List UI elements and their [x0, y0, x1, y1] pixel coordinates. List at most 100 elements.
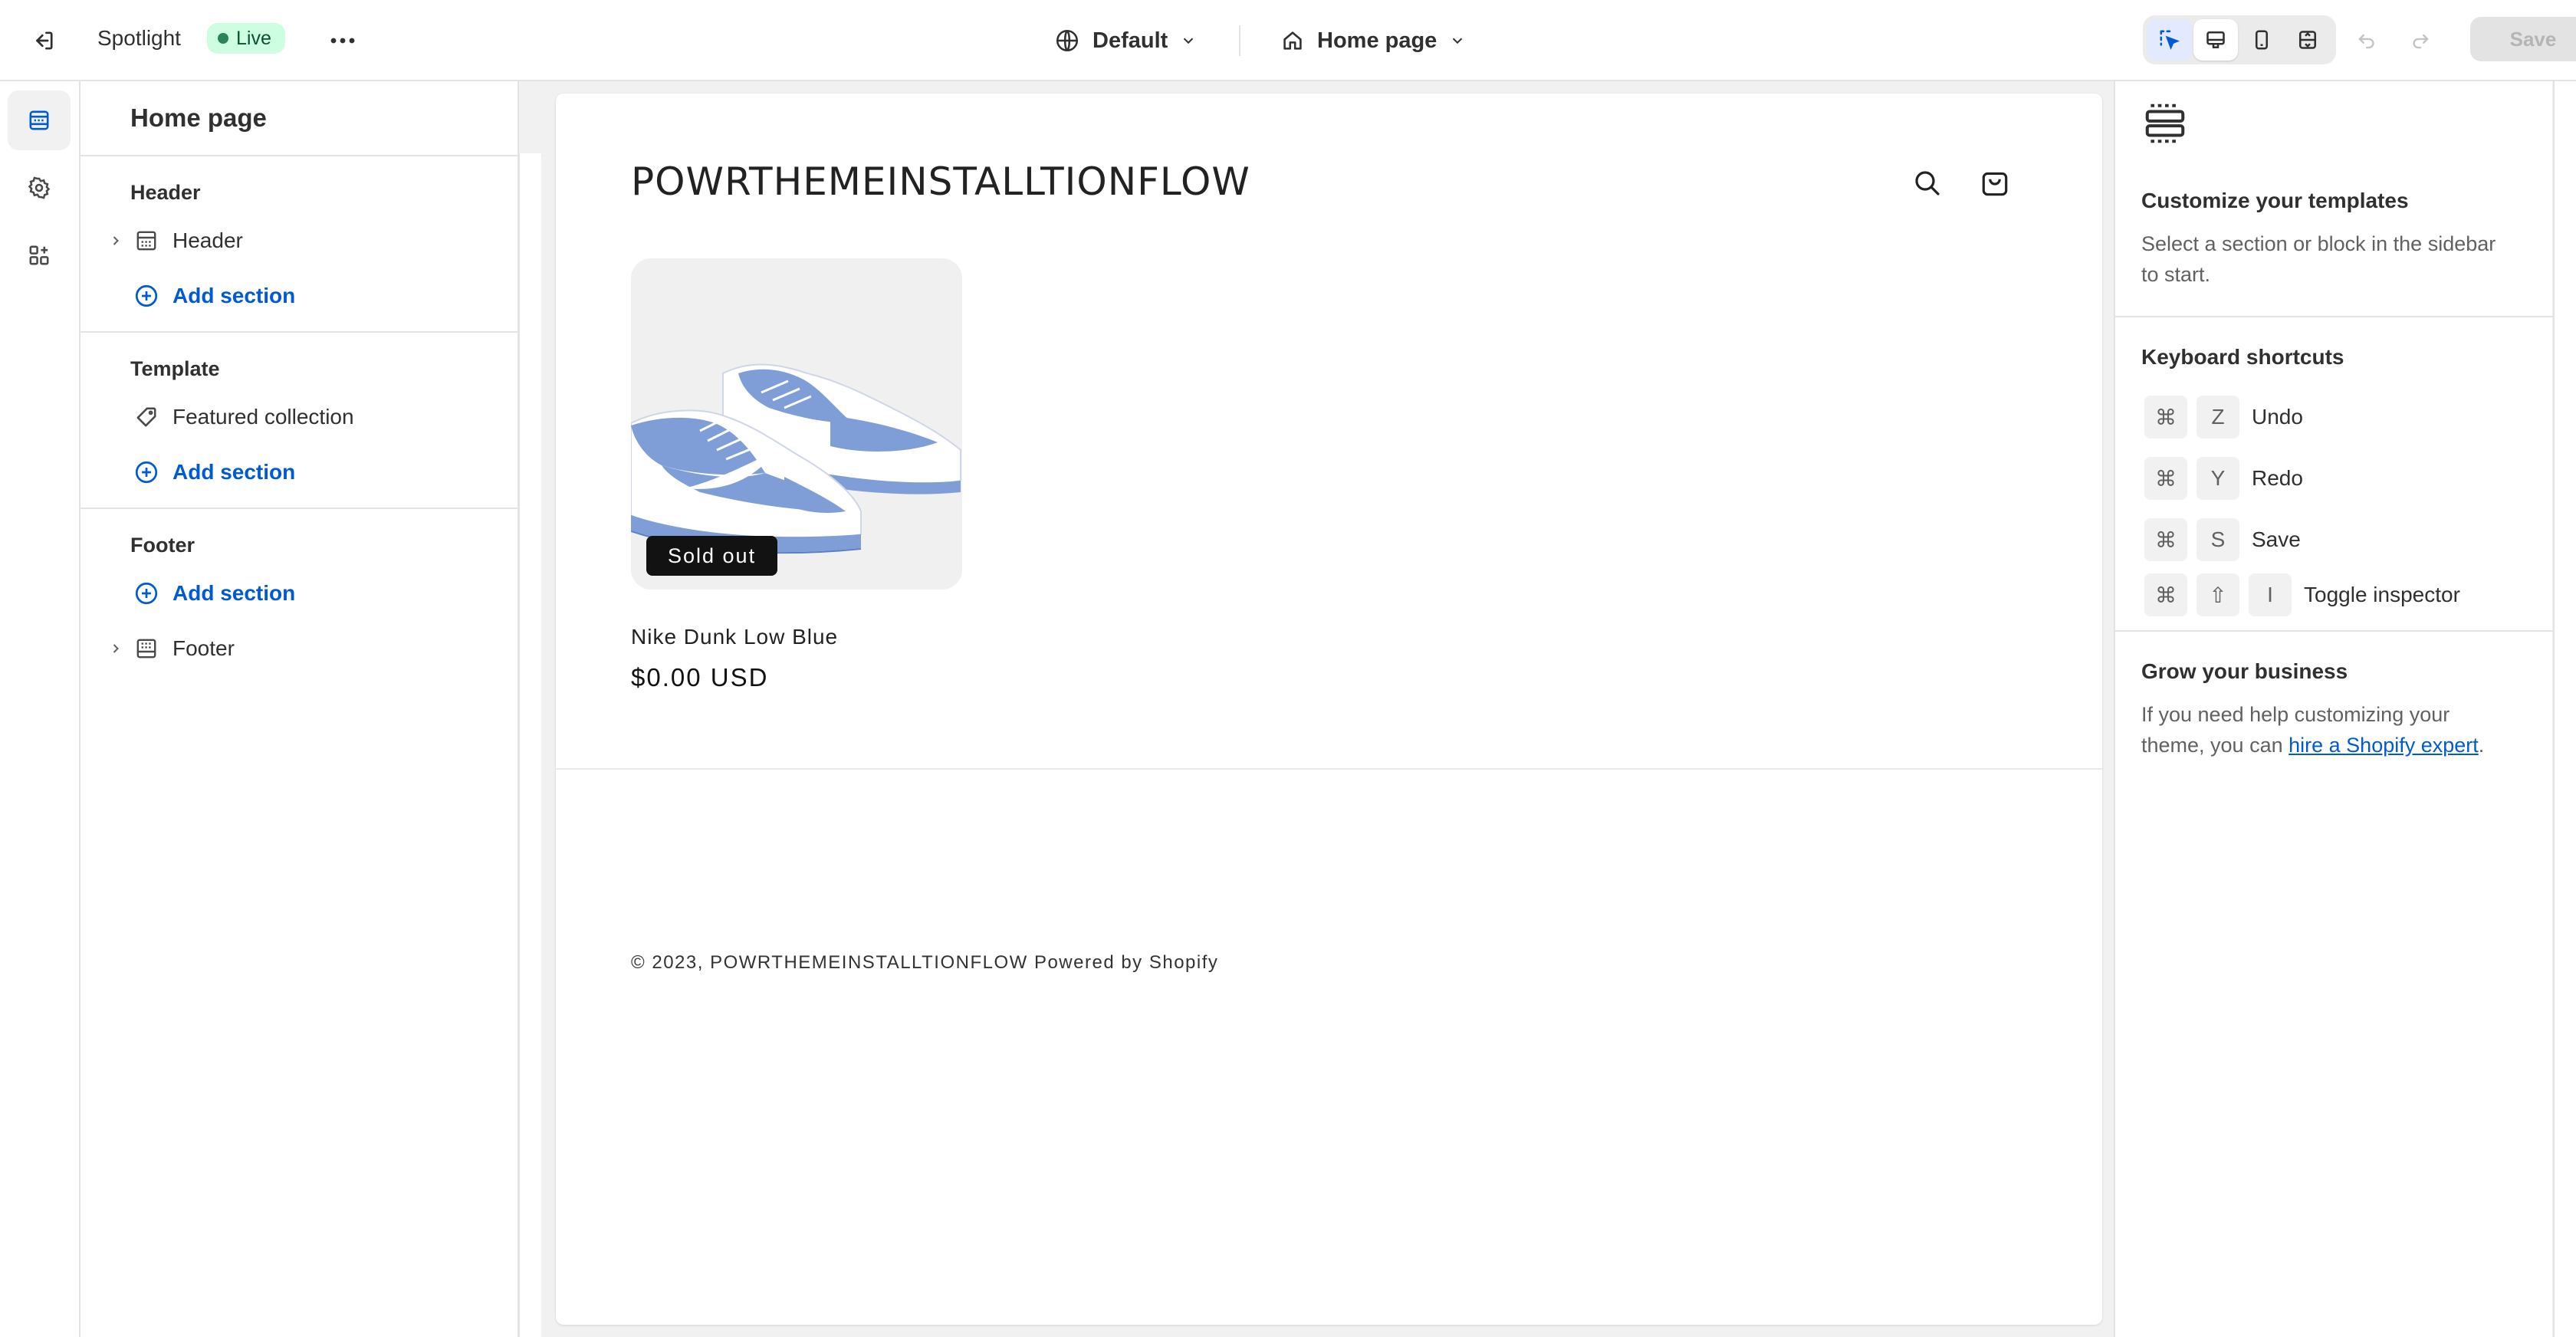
mobile-view-button[interactable]: [2239, 19, 2284, 61]
inspector-toggle-button[interactable]: [2147, 19, 2192, 61]
plus-circle-icon: [133, 282, 160, 310]
key-cap: Y: [2196, 457, 2239, 500]
sidebar-group-title: Footer: [130, 534, 195, 557]
chevron-right-icon[interactable]: [105, 638, 127, 659]
redo-icon: [2413, 34, 2429, 49]
app-title: Spotlight: [97, 26, 181, 50]
sidebar-group-title: Template: [130, 357, 220, 380]
store-footer-copyright: © 2023, POWRTHEMEINSTALLTIONFLOW Powered…: [631, 952, 1219, 973]
sections-layout-icon: [2145, 103, 2185, 143]
store-search-button[interactable]: [1907, 163, 1948, 204]
add-section-button[interactable]: Add section: [80, 449, 519, 495]
key-cap: I: [2249, 573, 2292, 616]
sold-out-badge: Sold out: [646, 536, 778, 576]
shortcut-label: Undo: [2252, 405, 2303, 429]
sidebar-item-footer[interactable]: Footer: [80, 626, 519, 672]
desktop-view-button[interactable]: [2193, 19, 2238, 61]
sidebar-group-footer: Footer Add section Footer: [80, 509, 519, 685]
view-toolbar: [2143, 15, 2336, 64]
shortcut-row: ⌘ S Save: [2144, 518, 2301, 561]
sidebar-group-title: Header: [130, 181, 201, 204]
command-key-icon: ⌘: [2144, 573, 2187, 616]
apps-icon: [29, 245, 49, 265]
gear-icon: [28, 176, 51, 199]
theme-select-label: Default: [1092, 28, 1168, 53]
customize-description: Select a section or block in the sidebar…: [2141, 232, 2496, 286]
shortcut-label: Redo: [2252, 466, 2303, 490]
chevron-down-icon: [1453, 38, 1463, 44]
shift-key-icon: ⇧: [2196, 573, 2239, 616]
product-image[interactable]: Sold out: [631, 258, 962, 590]
sidebar-item-header[interactable]: Header: [80, 218, 519, 264]
inspector-panel: Customize your templates Select a sectio…: [2114, 81, 2554, 1337]
mobile-icon: [2255, 30, 2269, 50]
chevron-down-icon: [1184, 38, 1194, 44]
add-section-button[interactable]: Add section: [80, 273, 519, 319]
add-section-label: Add section: [172, 581, 296, 605]
command-key-icon: ⌘: [2144, 396, 2187, 439]
rail-apps-button[interactable]: [8, 225, 71, 285]
full-width-view-button[interactable]: [2285, 19, 2330, 61]
sidebar-item-label: Featured collection: [172, 405, 354, 429]
undo-icon: [2358, 34, 2374, 49]
sidebar-item-label: Footer: [172, 636, 235, 660]
sidebar-item-label: Header: [172, 228, 243, 252]
top-bar: Spotlight Live Default Home page Save: [0, 0, 2576, 81]
product-price: $0.00 USD: [631, 663, 769, 691]
redo-button[interactable]: [2400, 20, 2441, 61]
topbar-divider: [1239, 25, 1240, 56]
more-actions-button[interactable]: [322, 20, 363, 61]
product-title[interactable]: Nike Dunk Low Blue: [631, 625, 838, 649]
shortcuts-title: Keyboard shortcuts: [2141, 345, 2344, 369]
live-dot-icon: [218, 33, 228, 44]
store-cart-button[interactable]: [1974, 163, 2016, 204]
status-badge: Live: [207, 23, 285, 54]
add-section-label: Add section: [172, 284, 296, 307]
chevron-right-icon[interactable]: [105, 230, 127, 251]
shortcuts-section: Keyboard shortcuts ⌘ Z Undo ⌘ Y Redo ⌘ S…: [2115, 317, 2554, 632]
shortcut-label: Toggle inspector: [2304, 583, 2460, 606]
header-layout-icon: [133, 227, 160, 255]
inspector-scrollbar[interactable]: [2553, 81, 2576, 1337]
product-card[interactable]: Sold out Nike Dunk Low Blue $0.00 USD: [631, 258, 962, 691]
globe-icon: [1056, 29, 1079, 52]
plus-circle-icon: [133, 580, 160, 607]
add-section-button[interactable]: Add section: [80, 570, 519, 616]
plus-circle-icon: [133, 458, 160, 486]
sidebar-scrollbar[interactable]: [518, 153, 541, 1337]
save-button[interactable]: Save: [2470, 17, 2576, 61]
page-select-label: Home page: [1317, 28, 1438, 53]
exit-icon: [36, 31, 53, 50]
tag-icon: [133, 403, 160, 431]
sidebar-item-featured-collection[interactable]: Featured collection: [80, 394, 519, 440]
shortcut-label: Save: [2252, 527, 2301, 551]
undo-button[interactable]: [2346, 20, 2387, 61]
grow-description: If you need help customizing your theme,…: [2141, 699, 2509, 760]
page-select[interactable]: Home page: [1280, 20, 1466, 61]
rail-settings-button[interactable]: [8, 158, 71, 218]
home-icon: [1283, 31, 1302, 50]
shortcut-row: ⌘ Y Redo: [2144, 457, 2303, 500]
shortcut-row: ⌘ Z Undo: [2144, 396, 2303, 439]
hire-expert-link[interactable]: hire a Shopify expert: [2288, 734, 2479, 757]
key-cap: Z: [2196, 396, 2239, 439]
status-badge-label: Live: [236, 27, 271, 49]
sidebar-title: Home page: [80, 81, 543, 156]
shortcut-row: ⌘ ⇧ I Toggle inspector: [2144, 573, 2460, 616]
footer-divider: [556, 768, 2102, 770]
footer-layout-icon: [133, 635, 160, 662]
grow-title: Grow your business: [2141, 659, 2348, 683]
exit-button[interactable]: [23, 20, 64, 61]
grow-text-end: .: [2478, 734, 2485, 757]
rail-sections-button[interactable]: [8, 90, 71, 150]
search-icon: [1915, 171, 1940, 195]
theme-select[interactable]: Default: [1054, 20, 1197, 61]
add-section-label: Add section: [172, 460, 296, 484]
customize-title: Customize your templates: [2141, 189, 2409, 212]
store-logo-text[interactable]: POWRTHEMEINSTALLTIONFLOW: [631, 159, 1250, 204]
store-preview: POWRTHEMEINSTALLTIONFLOW Sold out Nike D…: [556, 94, 2102, 1325]
ellipsis-icon: [330, 38, 355, 44]
sections-icon: [29, 110, 49, 130]
customize-section: Customize your templates Select a sectio…: [2115, 81, 2554, 317]
sections-sidebar: Home page Header Header Add section Temp…: [80, 81, 543, 1337]
